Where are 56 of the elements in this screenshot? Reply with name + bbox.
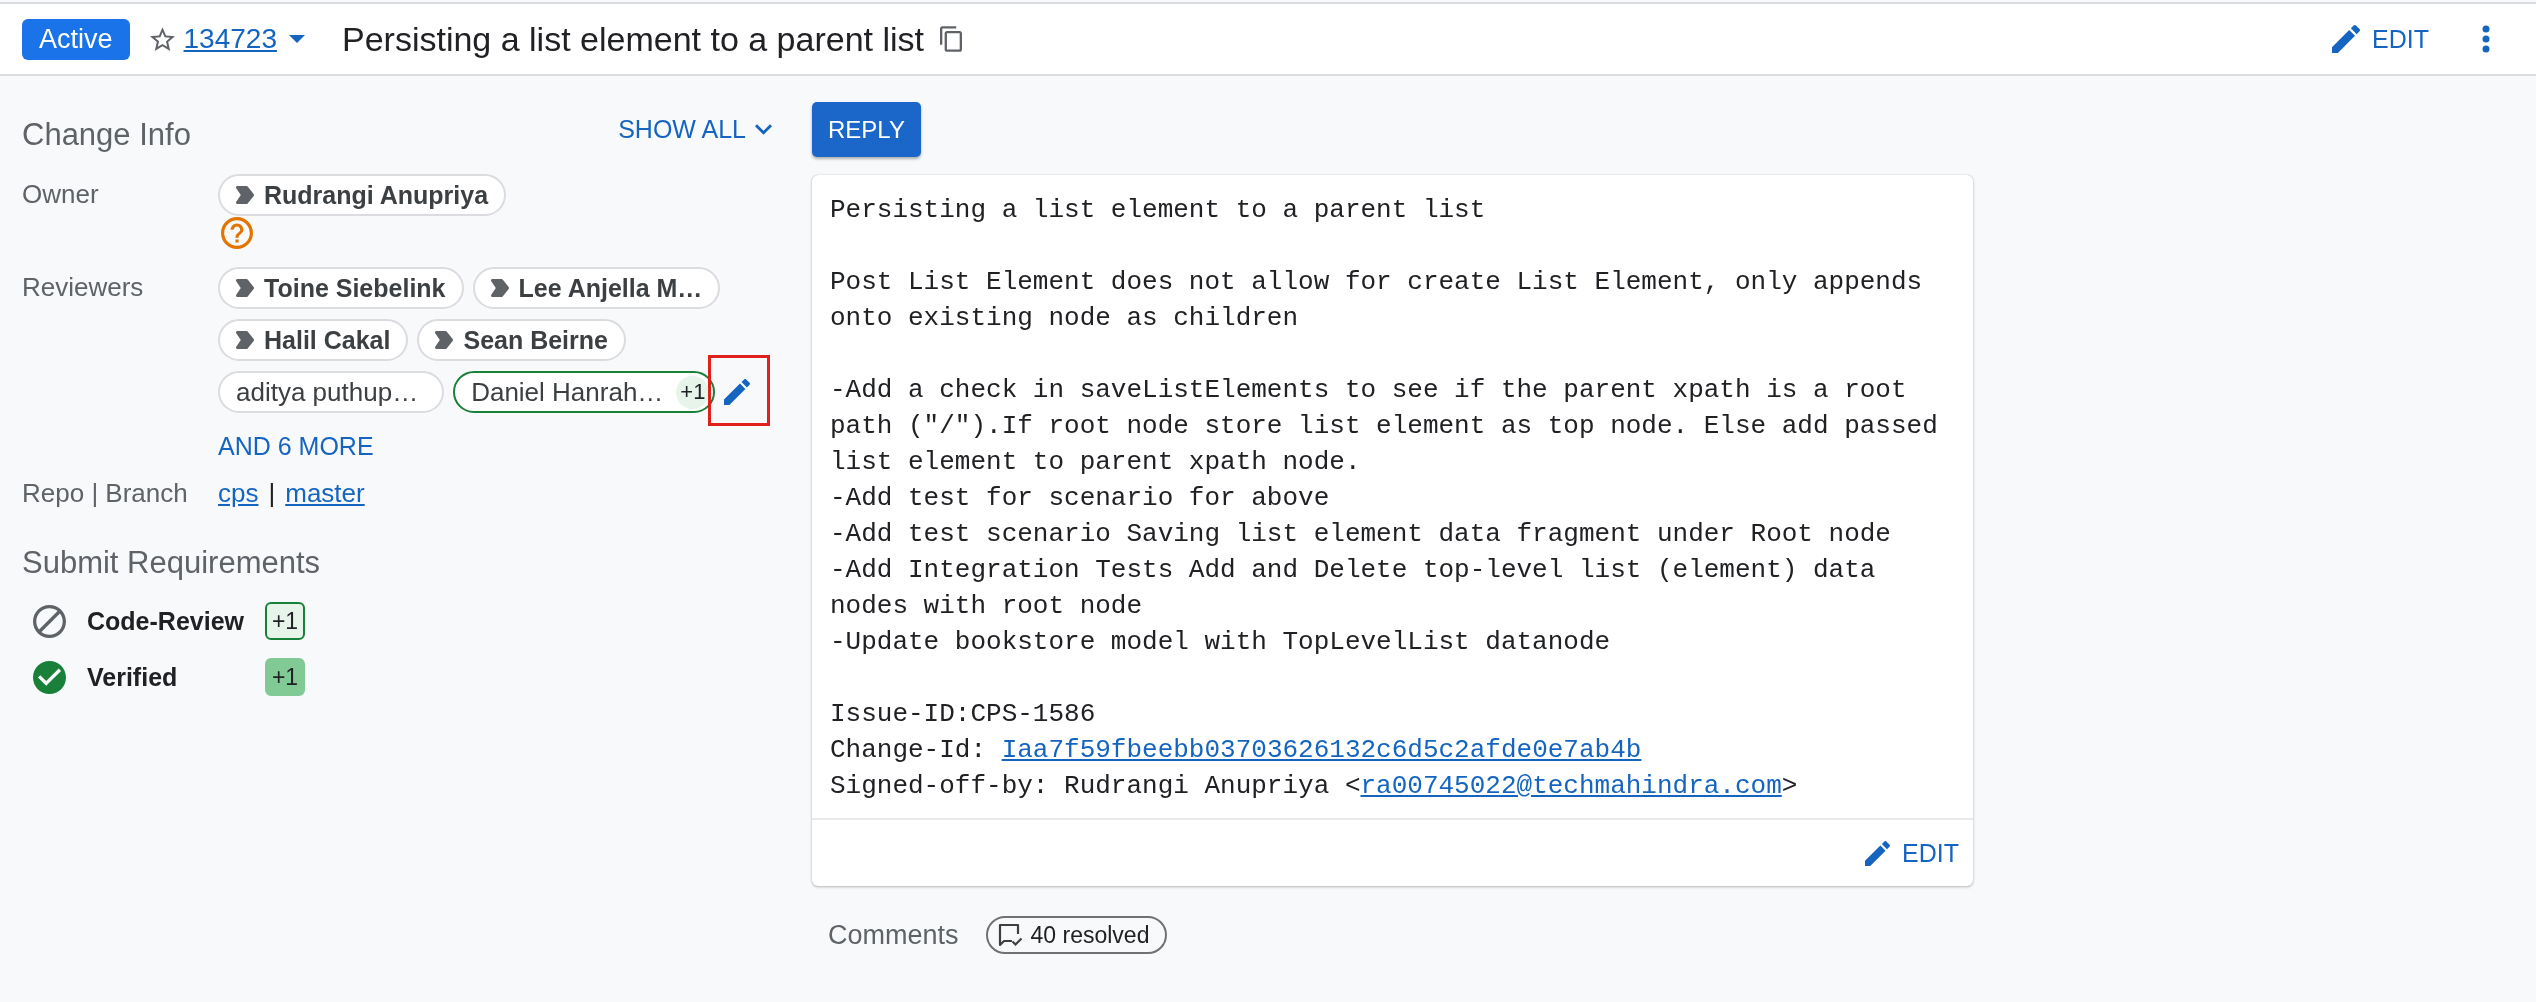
separator-text: | xyxy=(268,477,276,510)
vote-badge: +1 xyxy=(265,602,305,640)
edit-button[interactable]: EDIT xyxy=(2332,24,2429,54)
message-line: -Add Integration Tests Add and Delete top-level list (element) data nodes with root node xyxy=(830,554,1877,623)
account-chip[interactable]: aditya puthup… xyxy=(218,371,445,413)
reply-button[interactable]: REPLY xyxy=(812,102,921,157)
message-line: -Update bookstore model with TopLevelList datanode xyxy=(830,626,1612,659)
requirement-name: Code-Review xyxy=(87,606,245,636)
pencil-icon xyxy=(2332,25,2361,53)
field-label: Repo | Branch xyxy=(22,477,188,510)
field-label: Owner xyxy=(22,178,99,211)
tag-arrow-icon xyxy=(435,331,455,349)
account-chip[interactable]: Daniel Hanrah… +1 xyxy=(453,371,716,413)
change-title: Persisting a list element to a parent list xyxy=(341,19,925,59)
account-chip[interactable]: Lee Anjella M… xyxy=(472,267,721,309)
account-chip[interactable]: Toine Siebelink xyxy=(218,267,464,309)
resolved-comments-chip[interactable]: 40 resolved xyxy=(985,916,1168,954)
account-chip[interactable]: Rudrangi Anupriya xyxy=(218,174,507,216)
vote-badge: +1 xyxy=(676,375,710,409)
status-badge: Active xyxy=(22,18,130,60)
show-all-button[interactable]: SHOW ALL xyxy=(618,109,772,149)
vote-badge: +1 xyxy=(265,658,305,696)
section-heading: Change Info xyxy=(22,116,191,154)
caret-icon[interactable] xyxy=(288,35,305,43)
kebab-menu-icon[interactable] xyxy=(2482,25,2490,53)
pencil-icon[interactable] xyxy=(724,379,751,405)
message-line: Post List Element does not allow for create List Element, only appends onto existing node as children xyxy=(830,266,1924,335)
copy-icon[interactable] xyxy=(940,26,963,52)
tag-arrow-icon xyxy=(236,331,255,349)
account-chip[interactable]: Sean Beirne xyxy=(417,319,626,361)
change-number-link[interactable]: 134723 xyxy=(183,23,277,55)
repo-link[interactable]: cps xyxy=(218,475,259,511)
field-label: Reviewers xyxy=(22,271,144,304)
account-chip[interactable]: Halil Cakal xyxy=(218,319,409,361)
more-reviewers-link[interactable]: AND 6 MORE xyxy=(218,428,374,464)
message-line: Persisting a list element to a parent list xyxy=(830,194,1487,227)
section-heading: Submit Requirements xyxy=(22,544,321,582)
message-line: -Add test for scenario for above xyxy=(830,482,1331,515)
comment-check-icon xyxy=(996,922,1023,948)
email-link[interactable]: ra00745022@techmahindra.com xyxy=(1360,771,1782,801)
message-line: Change-Id: Iaa7f59fbeebb03703626132c6d5c2afde0e7ab4b xyxy=(830,734,1643,767)
pencil-icon xyxy=(1865,840,1891,866)
comments-label: Comments xyxy=(828,919,959,951)
message-line: Signed-off-by: Rudrangi Anupriya <ra00745022@techmahindra.com> xyxy=(830,770,1799,803)
branch-link[interactable]: master xyxy=(285,475,365,511)
edit-button[interactable]: EDIT xyxy=(1865,838,1959,868)
tag-arrow-icon xyxy=(236,279,255,297)
chevron-down-icon xyxy=(755,123,772,135)
requirement-name: Verified xyxy=(87,662,179,692)
message-line: Issue-ID:CPS-1586 xyxy=(830,698,1097,731)
change-id-link[interactable]: Iaa7f59fbeebb03703626132c6d5c2afde0e7ab4b xyxy=(1001,735,1642,765)
tag-arrow-icon xyxy=(236,186,255,204)
message-line: -Add test scenario Saving list element data fragment under Root node xyxy=(830,518,1892,551)
star-icon[interactable] xyxy=(149,27,175,51)
tag-arrow-icon xyxy=(490,279,510,297)
message-line: -Add a check in saveListElements to see if the parent xpath is a root path ("/").If root node store list element as top node. Else add passed list element to parent xpath node. xyxy=(830,374,1939,479)
